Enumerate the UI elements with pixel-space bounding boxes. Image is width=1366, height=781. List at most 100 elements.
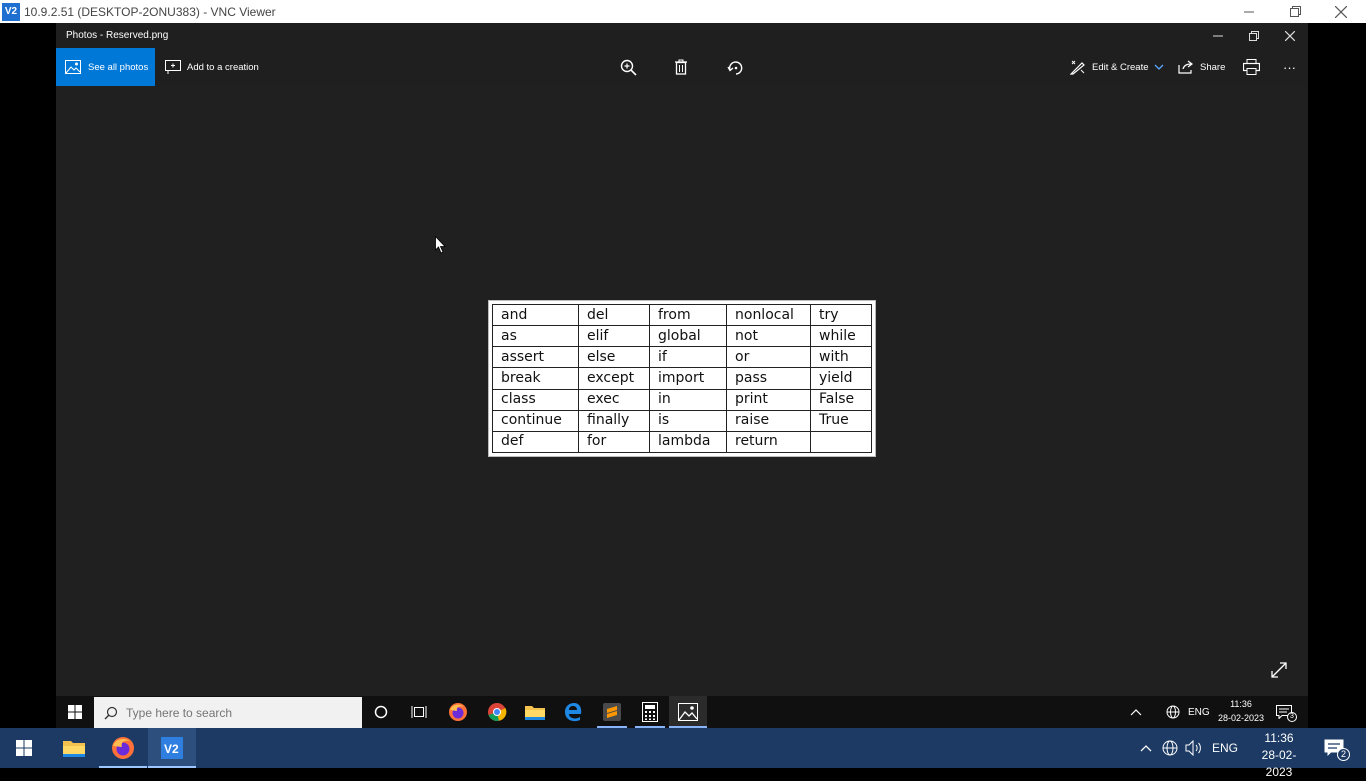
more-options-button[interactable]: ··· bbox=[1283, 48, 1296, 86]
share-label: Share bbox=[1200, 61, 1226, 73]
table-cell: try bbox=[810, 303, 872, 327]
table-cell: False bbox=[810, 388, 872, 411]
local-vnc-viewer-app[interactable]: V2 bbox=[148, 728, 196, 768]
remote-date: 28-02-2023 bbox=[1217, 713, 1265, 723]
photo-gallery-icon bbox=[65, 60, 81, 74]
remote-search-box[interactable] bbox=[94, 697, 362, 728]
remote-firefox-app[interactable] bbox=[439, 696, 477, 728]
more-options-icon: ··· bbox=[1283, 59, 1296, 75]
table-cell: exec bbox=[578, 388, 650, 411]
speaker-icon bbox=[1185, 740, 1201, 756]
remote-desktop[interactable]: Photos - Reserved.png See all photos Add… bbox=[56, 23, 1308, 728]
chrome-icon bbox=[488, 703, 507, 722]
printer-icon bbox=[1243, 59, 1260, 75]
table-cell: in bbox=[649, 388, 727, 411]
table-cell: else bbox=[578, 346, 650, 369]
table-cell: with bbox=[810, 346, 872, 369]
table-row: and del from nonlocal try bbox=[492, 303, 872, 327]
table-cell: raise bbox=[726, 409, 811, 432]
local-volume-control[interactable] bbox=[1185, 728, 1203, 768]
local-language-indicator[interactable]: ENG bbox=[1212, 728, 1238, 768]
vnc-restore-button[interactable] bbox=[1272, 0, 1318, 23]
table-cell: as bbox=[492, 325, 579, 348]
local-taskbar: V2 ENG 11:36 28-02-2023 2 bbox=[0, 728, 1366, 779]
photos-toolbar: See all photos Add to a creation Edit & … bbox=[56, 48, 1308, 86]
remote-clock[interactable]: 11:36 28-02-2023 bbox=[1210, 697, 1272, 727]
table-cell: or bbox=[726, 346, 811, 369]
photos-restore-button[interactable] bbox=[1236, 23, 1272, 48]
remote-network-status[interactable] bbox=[1166, 696, 1180, 728]
remote-start-button[interactable] bbox=[62, 696, 88, 728]
remote-language-indicator[interactable]: ENG bbox=[1188, 696, 1210, 728]
rotate-button[interactable] bbox=[727, 48, 750, 86]
edit-create-label: Edit & Create bbox=[1092, 61, 1149, 73]
windows-logo-icon bbox=[16, 740, 32, 756]
vnc-minimize-button[interactable] bbox=[1226, 0, 1272, 23]
add-to-creation-button[interactable]: Add to a creation bbox=[165, 48, 259, 86]
remote-language-label: ENG bbox=[1188, 706, 1210, 718]
remote-show-hidden-icons[interactable] bbox=[1130, 696, 1142, 728]
task-view-button[interactable] bbox=[400, 696, 438, 728]
minimize-icon bbox=[1243, 11, 1254, 13]
search-icon bbox=[104, 706, 118, 719]
photos-minimize-button[interactable] bbox=[1200, 23, 1236, 48]
local-action-center-button[interactable]: 2 bbox=[1324, 728, 1350, 768]
local-clock[interactable]: 11:36 28-02-2023 bbox=[1249, 730, 1309, 779]
remote-chrome-app[interactable] bbox=[478, 696, 516, 728]
local-start-button[interactable] bbox=[0, 728, 48, 768]
image-viewer[interactable]: and del from nonlocal try as elif global not whil… bbox=[56, 86, 1308, 696]
chevron-down-icon bbox=[1154, 64, 1163, 70]
share-button[interactable]: Share bbox=[1178, 48, 1225, 86]
photos-app-icon bbox=[678, 703, 698, 721]
remote-file-explorer-app[interactable] bbox=[516, 696, 554, 728]
chevron-up-icon bbox=[1140, 745, 1152, 752]
print-button[interactable] bbox=[1243, 48, 1266, 86]
rotate-icon bbox=[727, 60, 743, 75]
table-cell: and bbox=[492, 303, 579, 327]
remote-search-input[interactable] bbox=[126, 705, 346, 720]
table-cell: lambda bbox=[649, 430, 727, 454]
edit-create-button[interactable]: Edit & Create bbox=[1070, 48, 1170, 86]
delete-button[interactable] bbox=[674, 48, 694, 86]
share-icon bbox=[1178, 60, 1193, 74]
mouse-cursor-icon bbox=[435, 236, 446, 254]
table-cell: for bbox=[578, 430, 650, 454]
table-cell: yield bbox=[810, 367, 872, 390]
expand-icon bbox=[1271, 662, 1287, 678]
see-all-photos-button[interactable]: See all photos bbox=[56, 48, 155, 86]
cortana-icon bbox=[374, 705, 388, 719]
remote-action-center-button[interactable]: 3 bbox=[1276, 696, 1297, 728]
remote-calculator-app[interactable] bbox=[631, 696, 669, 728]
local-network-status[interactable] bbox=[1162, 728, 1178, 768]
folder-icon bbox=[525, 706, 545, 720]
table-cell: import bbox=[649, 367, 727, 390]
table-cell: is bbox=[649, 409, 727, 432]
photos-window-title: Photos - Reserved.png bbox=[66, 30, 169, 41]
table-cell: while bbox=[810, 325, 872, 348]
fullscreen-button[interactable] bbox=[1270, 661, 1290, 681]
local-firefox-app[interactable] bbox=[99, 728, 147, 768]
reserved-keywords-image: and del from nonlocal try as elif global not whil… bbox=[488, 300, 876, 457]
restore-icon bbox=[1289, 6, 1301, 17]
remote-sublime-app[interactable] bbox=[593, 696, 631, 728]
table-cell: del bbox=[578, 303, 650, 327]
close-icon bbox=[1335, 5, 1347, 18]
table-cell: finally bbox=[578, 409, 650, 432]
vnc-close-button[interactable] bbox=[1318, 0, 1364, 23]
table-cell: print bbox=[726, 388, 811, 411]
minimize-icon bbox=[1213, 35, 1223, 36]
zoom-button[interactable] bbox=[620, 48, 643, 86]
table-cell: continue bbox=[492, 409, 579, 432]
remote-edge-app[interactable] bbox=[554, 696, 592, 728]
cortana-button[interactable] bbox=[362, 696, 400, 728]
photos-close-button[interactable] bbox=[1272, 23, 1308, 48]
sublime-text-icon bbox=[603, 703, 621, 721]
add-creation-icon bbox=[165, 60, 181, 74]
remote-photos-app[interactable] bbox=[669, 696, 707, 728]
local-show-hidden-icons[interactable] bbox=[1140, 728, 1152, 768]
local-file-explorer-app[interactable] bbox=[50, 728, 98, 768]
chevron-up-icon bbox=[1130, 709, 1142, 716]
vnc-logo-icon: V2 bbox=[2, 2, 20, 21]
table-cell: nonlocal bbox=[726, 303, 811, 327]
windows-logo-icon bbox=[68, 705, 82, 719]
